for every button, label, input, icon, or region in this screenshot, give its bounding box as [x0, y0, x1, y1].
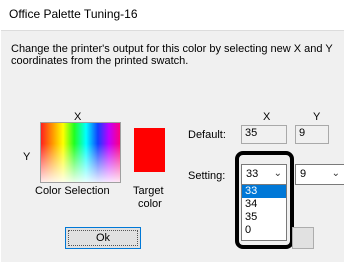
default-label: Default: [188, 129, 226, 141]
setting-y-value: 9 [300, 168, 307, 180]
focus-rectangle [68, 230, 138, 246]
swatch-caption: Color Selection [35, 185, 110, 197]
ok-button[interactable]: Ok [65, 227, 141, 249]
description-text: Change the printer's output for this col… [11, 43, 333, 67]
swatch-y-label: Y [23, 151, 31, 163]
window-title: Office Palette Tuning-16 [9, 7, 138, 21]
default-x-field: 35 [241, 125, 287, 144]
target-color-swatch [134, 128, 165, 172]
chevron-down-icon[interactable]: ⌄ [332, 168, 340, 179]
target-caption-line2: color [138, 198, 162, 210]
x-column-header: X [263, 111, 271, 123]
partially-hidden-button[interactable] [292, 227, 314, 249]
title-bar: Office Palette Tuning-16 [1, 0, 344, 30]
setting-y-combobox[interactable]: 9 ⌄ [295, 164, 344, 185]
setting-label: Setting: [188, 170, 226, 182]
dialog-window: Office Palette Tuning-16 Change the prin… [0, 0, 344, 262]
highlight-outline [235, 151, 294, 249]
target-caption-line1: Target [133, 185, 164, 197]
default-y-field: 9 [295, 125, 329, 144]
y-column-header: Y [313, 111, 321, 123]
color-selection-swatch[interactable] [40, 122, 121, 183]
